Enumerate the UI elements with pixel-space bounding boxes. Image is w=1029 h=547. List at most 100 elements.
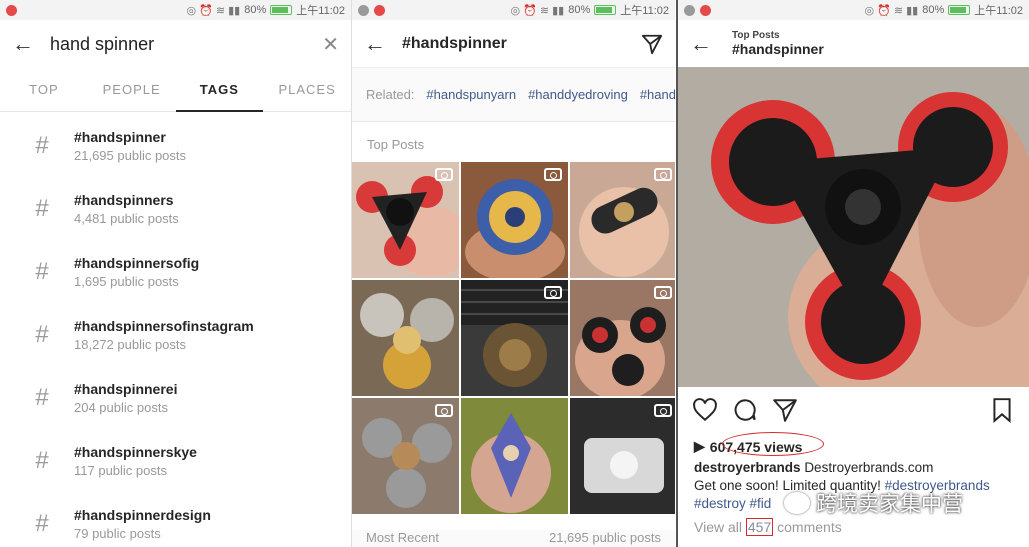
most-recent-count: 21,695 public posts: [548, 530, 661, 545]
most-recent-bar: Most Recent 21,695 public posts: [352, 530, 675, 547]
back-arrow-icon[interactable]: ←: [364, 31, 386, 57]
caption-hashtag[interactable]: #fid: [750, 496, 772, 511]
video-icon: [435, 404, 453, 417]
video-icon: [435, 168, 453, 181]
notification-icon: [684, 4, 695, 16]
tag-name: #handspinnersofig: [74, 254, 200, 271]
caption-name: Destroyerbrands.com: [804, 460, 934, 475]
tag-name: #handspinnerei: [74, 380, 178, 397]
tab-top[interactable]: TOP: [0, 68, 88, 111]
tag-count: 21,695 public posts: [74, 147, 187, 163]
search-tabs: TOP PEOPLE TAGS PLACES: [0, 68, 351, 112]
hashtag-icon: #: [35, 257, 49, 285]
tag-count: 4,481 public posts: [74, 210, 179, 226]
comments-count: 457: [745, 518, 774, 536]
related-tag[interactable]: #hands: [640, 87, 675, 102]
search-bar: ← hand spinner ✕: [0, 20, 351, 68]
list-item[interactable]: # #handspinnerskye 117 public posts: [0, 429, 351, 492]
hashtag-screen: ◎ ⏰ ≋ ▮▮ 80% 上午11:02 ← #handspinner Rela…: [351, 0, 675, 547]
hashtag-icon: #: [35, 194, 49, 222]
clock-text: 上午11:02: [296, 5, 345, 17]
search-input[interactable]: hand spinner: [50, 34, 304, 55]
related-label: Related:: [366, 87, 415, 102]
list-item[interactable]: # #handspinnerei 204 public posts: [0, 366, 351, 429]
top-posts-grid: [352, 162, 675, 514]
direct-message-icon[interactable]: [641, 33, 663, 55]
signal-icon: ◎ ⏰ ≋ ▮▮: [864, 4, 919, 17]
hashtag-icon: #: [35, 509, 49, 537]
video-icon: [544, 168, 562, 181]
page-title: #handspinner: [732, 41, 824, 57]
play-icon: ▶: [694, 438, 705, 454]
comment-icon[interactable]: [732, 397, 758, 423]
tab-tags[interactable]: TAGS: [175, 68, 264, 112]
header-subtitle: Top Posts: [732, 30, 780, 41]
post-thumbnail[interactable]: [570, 162, 675, 278]
battery-icon: [948, 5, 971, 15]
back-arrow-icon[interactable]: ←: [690, 31, 712, 57]
clear-icon[interactable]: ✕: [322, 32, 339, 57]
tab-places[interactable]: PLACES: [263, 68, 351, 111]
tag-name: #handspinnerdesign: [74, 506, 211, 523]
wechat-icon: [784, 492, 810, 514]
post-thumbnail[interactable]: [352, 162, 459, 278]
spinner-photo: [461, 398, 568, 514]
hashtag-icon: #: [35, 383, 49, 411]
video-icon: [654, 286, 672, 299]
battery-text: 80%: [568, 4, 591, 16]
battery-text: 80%: [922, 4, 945, 16]
watermark-text: 跨境卖家集中营: [816, 493, 963, 516]
list-item[interactable]: # #handspinnerdesign 79 public posts: [0, 492, 351, 547]
post-screen: ◎ ⏰ ≋ ▮▮ 80% 上午11:02 ← Top Posts #handsp…: [676, 0, 1029, 547]
video-icon: [654, 404, 672, 417]
list-item[interactable]: # #handspinnersofinstagram 18,272 public…: [0, 303, 351, 366]
post-thumbnail[interactable]: [352, 398, 459, 514]
post-video[interactable]: [678, 67, 1029, 387]
bookmark-icon[interactable]: [989, 397, 1015, 423]
spinner-photo: [352, 280, 459, 396]
notification-icon: [358, 4, 369, 16]
related-tag[interactable]: #handdyedroving: [528, 87, 628, 102]
clock-text: 上午11:02: [620, 5, 669, 17]
search-screen: ◎ ⏰ ≋ ▮▮ 80% 上午11:02 ← hand spinner ✕ TO…: [0, 0, 351, 547]
tag-count: 79 public posts: [74, 525, 161, 541]
tag-count: 1,695 public posts: [74, 273, 179, 289]
username-link[interactable]: destroyerbrands: [694, 460, 801, 475]
hashtag-header: ← #handspinner: [352, 20, 675, 68]
post-thumbnail[interactable]: [570, 398, 675, 514]
highlight-oval: [722, 432, 824, 456]
comments-prefix: View all: [694, 519, 742, 535]
tab-people[interactable]: PEOPLE: [88, 68, 176, 111]
list-item[interactable]: # #handspinnersofig 1,695 public posts: [0, 240, 351, 303]
view-comments-link[interactable]: View all 457 comments: [694, 518, 842, 536]
tag-name: #handspinners: [74, 191, 174, 208]
post-thumbnail[interactable]: [461, 398, 568, 514]
post-thumbnail[interactable]: [461, 280, 568, 396]
notification-icon: [6, 4, 17, 16]
notification-icon: [700, 4, 711, 16]
tag-name: #handspinnerskye: [74, 443, 197, 460]
post-thumbnail[interactable]: [461, 162, 568, 278]
top-posts-label: Top Posts: [367, 137, 425, 152]
video-icon: [654, 168, 672, 181]
caption-hashtag[interactable]: #destroy: [694, 496, 746, 511]
post-thumbnail[interactable]: [570, 280, 675, 396]
view-count[interactable]: ▶ 607,475 views: [694, 432, 824, 456]
list-item[interactable]: # #handspinners 4,481 public posts: [0, 177, 351, 240]
tag-count: 18,272 public posts: [74, 336, 187, 352]
heart-icon[interactable]: [692, 397, 718, 423]
post-header: ← Top Posts #handspinner: [678, 20, 1029, 67]
post-thumbnail[interactable]: [352, 280, 459, 396]
list-item[interactable]: # #handspinner 21,695 public posts: [0, 114, 351, 177]
comments-suffix: comments: [777, 519, 842, 535]
related-tag[interactable]: #handspunyarn: [426, 87, 516, 102]
tag-name: #handspinnersofinstagram: [74, 317, 254, 334]
tag-count: 117 public posts: [74, 462, 167, 478]
notification-icon: [374, 4, 385, 16]
back-arrow-icon[interactable]: ←: [12, 31, 34, 57]
signal-icon: ◎ ⏰ ≋ ▮▮: [186, 4, 241, 17]
battery-icon: [270, 5, 293, 15]
battery-icon: [594, 5, 617, 15]
share-icon[interactable]: [772, 397, 798, 423]
watermark: 跨境卖家集中营: [784, 488, 963, 518]
